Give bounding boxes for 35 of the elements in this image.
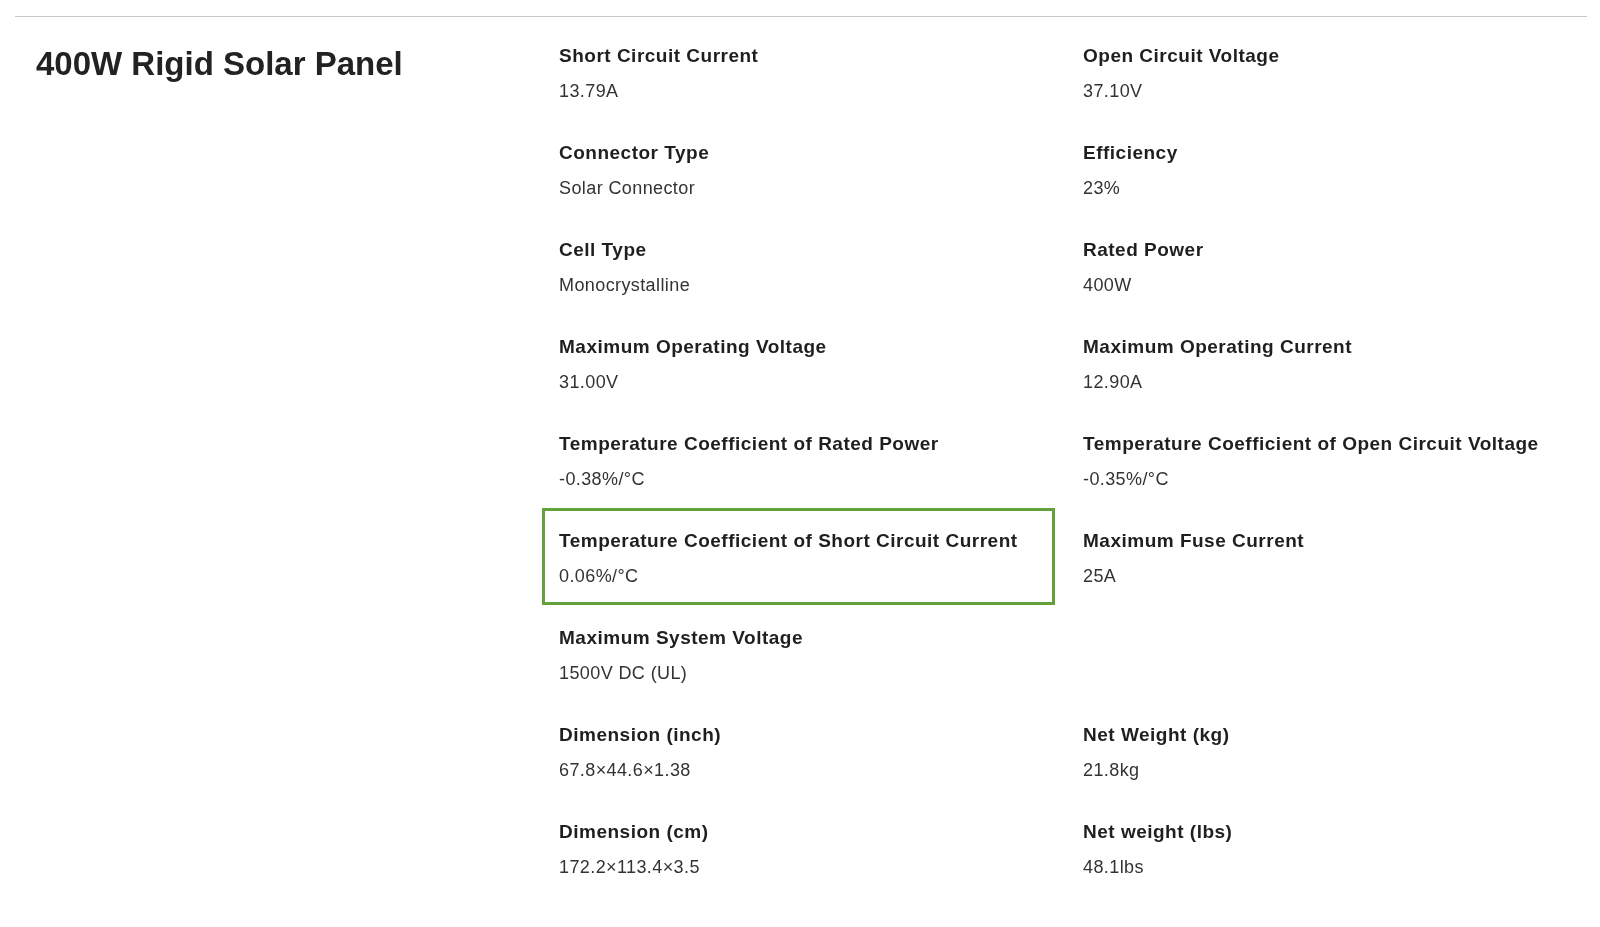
spec-label: Net weight (lbs) bbox=[1083, 820, 1234, 844]
spec-value: 31.00V bbox=[559, 371, 620, 394]
spec-value: 172.2×113.4×3.5 bbox=[559, 856, 701, 879]
spec-label: Temperature Coefficient of Open Circuit Voltage bbox=[1083, 432, 1540, 456]
spec-label: Connector Type bbox=[559, 141, 711, 165]
spec-label: Dimension (cm) bbox=[559, 820, 710, 844]
spec-value: 1500V DC (UL) bbox=[559, 662, 689, 685]
spec-label: Cell Type bbox=[559, 238, 648, 262]
spec-value: 37.10V bbox=[1083, 80, 1144, 103]
spec-label: Maximum Operating Current bbox=[1083, 335, 1354, 359]
spec-label: Short Circuit Current bbox=[559, 44, 760, 68]
spec-value: 21.8kg bbox=[1083, 759, 1141, 782]
spec-value: 400W bbox=[1083, 274, 1133, 297]
spec-value: 25A bbox=[1083, 565, 1118, 588]
spec-label: Rated Power bbox=[1083, 238, 1205, 262]
spec-label: Efficiency bbox=[1083, 141, 1179, 165]
spec-label: Maximum Fuse Current bbox=[1083, 529, 1306, 553]
spec-value: 13.79A bbox=[559, 80, 620, 103]
spec-value: 48.1lbs bbox=[1083, 856, 1145, 879]
spec-value: -0.35%/°C bbox=[1083, 468, 1170, 491]
spec-value: 0.06%/°C bbox=[559, 565, 640, 588]
spec-value: -0.38%/°C bbox=[559, 468, 646, 491]
spec-value: 23% bbox=[1083, 177, 1122, 200]
spec-label: Open Circuit Voltage bbox=[1083, 44, 1281, 68]
spec-value: 67.8×44.6×1.38 bbox=[559, 759, 692, 782]
spec-value: Solar Connector bbox=[559, 177, 697, 200]
spec-label: Dimension (inch) bbox=[559, 723, 723, 747]
spec-value: Monocrystalline bbox=[559, 274, 692, 297]
spec-label: Maximum System Voltage bbox=[559, 626, 804, 650]
spec-label: Temperature Coefficient of Rated Power bbox=[559, 432, 940, 456]
product-title: 400W Rigid Solar Panel bbox=[35, 44, 404, 84]
spec-label: Net Weight (kg) bbox=[1083, 723, 1231, 747]
spec-label: Maximum Operating Voltage bbox=[559, 335, 828, 359]
spec-label: Temperature Coefficient of Short Circuit Current bbox=[559, 529, 1019, 553]
spec-value: 12.90A bbox=[1083, 371, 1144, 394]
